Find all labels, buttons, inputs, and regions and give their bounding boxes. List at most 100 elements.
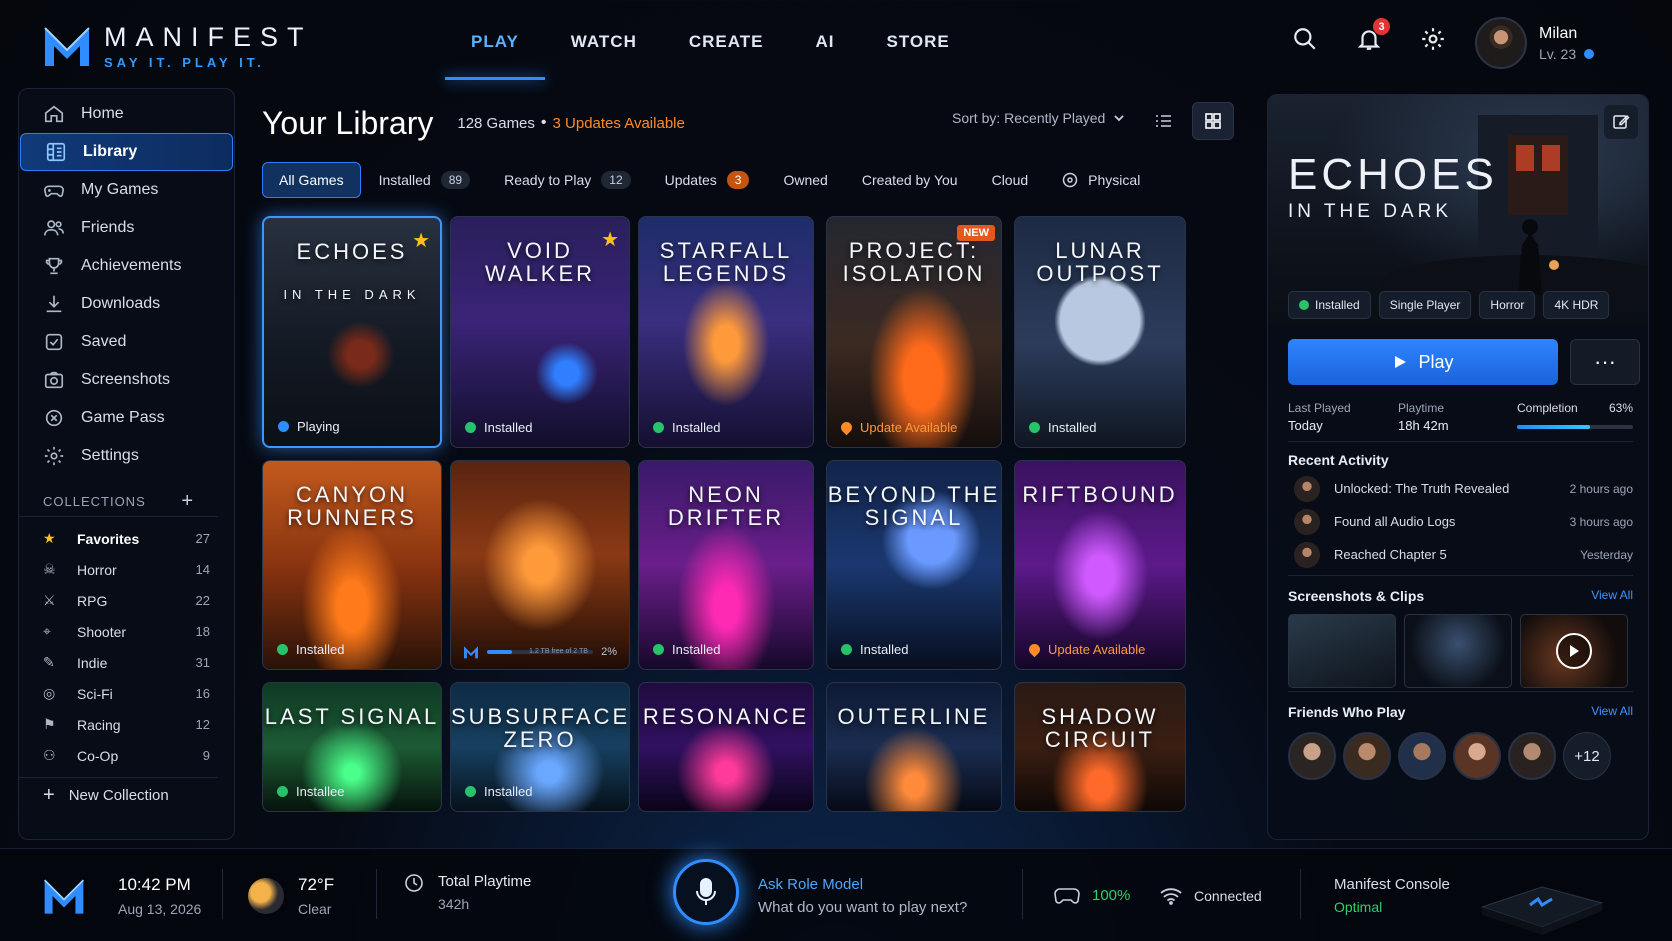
more-icon: ··· <box>1594 349 1616 374</box>
gamepad-icon <box>44 185 64 197</box>
stat-label: Last Played <box>1288 401 1351 415</box>
activity-item[interactable]: Unlocked: The Truth Revealed 2 hours ago <box>1288 472 1633 505</box>
collection-horror[interactable]: ☠ Horror 14 <box>19 554 234 585</box>
sidebar-item-game-pass[interactable]: Game Pass <box>19 399 234 437</box>
filter-label: Owned <box>783 172 828 188</box>
friend-avatar[interactable] <box>1453 732 1501 780</box>
sidebar-item-friends[interactable]: Friends <box>19 209 234 247</box>
game-card[interactable]: PROJECT: ISOLATION NEW Update Available <box>826 216 1002 448</box>
status-label: Installed <box>484 420 533 435</box>
friend-avatar[interactable] <box>1343 732 1391 780</box>
ask-assistant[interactable]: Ask Role Model What do you want to play … <box>758 849 967 941</box>
filter-ready-to-play[interactable]: Ready to Play 12 <box>488 162 647 198</box>
play-icon <box>1395 356 1407 368</box>
game-card[interactable]: BEYOND THE SIGNAL Installed <box>826 460 1002 670</box>
sidebar-item-settings[interactable]: Settings <box>19 437 234 475</box>
nav-watch[interactable]: WATCH <box>545 0 663 84</box>
sidebar-item-library[interactable]: Library <box>20 133 233 171</box>
grid-view-button[interactable] <box>1192 102 1234 140</box>
game-card[interactable]: 2% 1.2 TB free of 2 TB <box>450 460 630 670</box>
view-all-friends-link[interactable]: View All <box>1591 704 1633 720</box>
game-card[interactable]: ECHOES IN THE DARK ★ Playing <box>262 216 442 448</box>
sort-dropdown[interactable]: Sort by: Recently Played <box>952 110 1125 126</box>
profile-level: Lv. 23 <box>1539 46 1595 62</box>
check-icon <box>841 644 852 655</box>
brand-name: MANIFEST <box>104 22 313 52</box>
add-collection-icon[interactable]: + <box>181 490 194 513</box>
console-health: Optimal <box>1334 899 1383 915</box>
filter-created-by-you[interactable]: Created by You <box>846 162 974 198</box>
voice-assistant-button[interactable] <box>673 859 739 925</box>
game-card[interactable]: SUBSURFACE ZERO Installed <box>450 682 630 812</box>
filter-cloud[interactable]: Cloud <box>976 162 1045 198</box>
filter-label: Cloud <box>991 172 1029 188</box>
sidebar-item-screenshots[interactable]: Screenshots <box>19 361 234 399</box>
edit-button[interactable] <box>1604 105 1638 139</box>
favorite-star-icon[interactable]: ★ <box>412 228 430 253</box>
assistant-name: Ask Role Model <box>758 875 864 893</box>
settings-button[interactable] <box>1418 24 1448 54</box>
collection-favorites[interactable]: ★ Favorites 27 <box>19 523 234 554</box>
collection-indie[interactable]: ✎ Indie 31 <box>19 647 234 678</box>
disc-icon <box>1062 172 1078 188</box>
game-card[interactable]: NEON DRIFTER Installed <box>638 460 814 670</box>
brand-logo[interactable]: MANIFEST SAY IT. PLAY IT. <box>42 22 313 70</box>
user-profile[interactable]: Milan Lv. 23 <box>1475 17 1595 69</box>
filter-owned[interactable]: Owned <box>767 162 843 198</box>
friend-avatar[interactable] <box>1508 732 1556 780</box>
sidebar-item-achievements[interactable]: Achievements <box>19 247 234 285</box>
assistant-prompt: What do you want to play next? <box>758 898 968 916</box>
game-card[interactable]: RESONANCE <box>638 682 814 812</box>
clip-thumbnail[interactable] <box>1520 614 1628 688</box>
filter-updates[interactable]: Updates 3 <box>649 162 766 198</box>
game-card[interactable]: SHADOW CIRCUIT <box>1014 682 1186 812</box>
collection-shooter[interactable]: ⌖ Shooter 18 <box>19 616 234 647</box>
collection-co-op[interactable]: ⚇ Co-Op 9 <box>19 740 234 771</box>
coop-icon: ⚇ <box>43 747 56 763</box>
game-card[interactable]: STARFALL LEGENDS Installed <box>638 216 814 448</box>
home-logo-button[interactable] <box>42 849 86 941</box>
screenshot-thumbnail[interactable] <box>1288 614 1396 688</box>
view-all-screenshots-link[interactable]: View All <box>1591 588 1633 604</box>
game-title: BEYOND THE SIGNAL <box>827 482 1001 531</box>
sidebar-item-home[interactable]: Home <box>19 95 234 133</box>
filter-all-games[interactable]: All Games <box>262 162 361 198</box>
game-card[interactable]: LUNAR OUTPOST Installed <box>1014 216 1186 448</box>
collection-racing[interactable]: ⚑ Racing 12 <box>19 709 234 740</box>
activity-item[interactable]: Reached Chapter 5 Yesterday <box>1288 538 1633 571</box>
library-main: Your Library 128 Games • 3 Updates Avail… <box>262 96 1242 840</box>
game-card[interactable]: VOID WALKER ★ Installed <box>450 216 630 448</box>
planet-icon: ◎ <box>43 685 56 701</box>
updates-available-link[interactable]: 3 Updates Available <box>553 115 685 132</box>
more-options-button[interactable]: ··· <box>1570 339 1640 385</box>
nav-create[interactable]: CREATE <box>663 0 790 84</box>
game-card[interactable]: OUTERLINE <box>826 682 1002 812</box>
game-card[interactable]: CANYON RUNNERS Installed <box>262 460 442 670</box>
friend-avatar[interactable] <box>1288 732 1336 780</box>
play-button[interactable]: Play <box>1288 339 1558 385</box>
filter-installed[interactable]: Installed 89 <box>363 162 487 198</box>
activity-item[interactable]: Found all Audio Logs 3 hours ago <box>1288 505 1633 538</box>
game-card[interactable]: LAST SIGNAL Installee <box>262 682 442 812</box>
screenshot-thumbnail[interactable] <box>1404 614 1512 688</box>
more-friends-button[interactable]: +12 <box>1563 732 1611 780</box>
game-card[interactable]: RIFTBOUND Update Available <box>1014 460 1186 670</box>
favorite-star-icon[interactable]: ★ <box>601 227 619 252</box>
nav-play[interactable]: PLAY <box>445 0 545 84</box>
filter-physical[interactable]: Physical <box>1046 162 1156 198</box>
notifications-button[interactable]: 3 <box>1354 18 1390 54</box>
search-button[interactable] <box>1290 24 1320 54</box>
list-view-button[interactable] <box>1142 102 1184 140</box>
collection-rpg[interactable]: ⚔ RPG 22 <box>19 585 234 616</box>
filter-label: Installed <box>378 172 431 188</box>
nav-ai[interactable]: AI <box>789 0 860 84</box>
collection-sci-fi[interactable]: ◎ Sci-Fi 16 <box>19 678 234 709</box>
friend-avatar[interactable] <box>1398 732 1446 780</box>
nav-store[interactable]: STORE <box>860 0 975 84</box>
sidebar-item-saved[interactable]: Saved <box>19 323 234 361</box>
console-status[interactable]: Manifest Console Optimal <box>1334 849 1450 941</box>
sidebar-item-downloads[interactable]: Downloads <box>19 285 234 323</box>
new-collection-button[interactable]: + New Collection <box>19 777 218 813</box>
sidebar-item-my-games[interactable]: My Games <box>19 171 234 209</box>
game-status: Installed <box>841 642 908 657</box>
